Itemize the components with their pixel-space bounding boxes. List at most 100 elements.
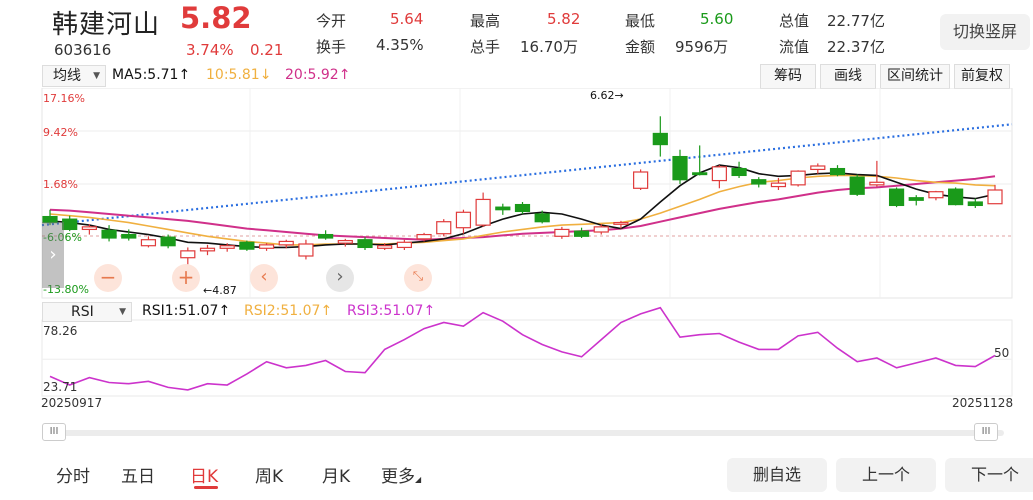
kline-chart[interactable] [0,88,1033,418]
stock-price: 5.82 [180,1,252,35]
y-label-2: 9.42% [43,126,78,139]
active-tab-indicator [194,486,218,489]
tab-monthly-k[interactable]: 月K [322,462,350,487]
zoom-in-button[interactable]: + [172,264,200,292]
candle-body [692,172,708,176]
candle-body [199,247,216,252]
candle-body [239,241,255,250]
scroll-left-button[interactable]: ‹ [250,264,278,292]
candle-body [495,206,511,211]
candle-body [810,165,826,171]
candle-body [357,239,373,249]
zoom-out-button[interactable]: − [94,264,122,292]
candle-body [849,176,865,195]
candle-body [790,170,806,186]
candle-body [121,233,137,239]
left-panel-toggle[interactable]: › [42,222,64,288]
range-handle-right[interactable]: III [974,423,998,441]
candle-body [967,201,983,207]
tab-intraday[interactable]: 分时 [56,462,90,487]
max-price-label: 6.62→ [590,89,624,102]
rsi-grid [41,319,1013,397]
tab-daily-k[interactable]: 日K [190,462,218,487]
corner-arrow-icon: ◢ [415,475,422,484]
total-hands-label: 总手 [470,38,501,56]
next-stock-button[interactable]: 下一个 [945,458,1033,492]
plus-icon: + [177,265,195,289]
tab-weekly-k[interactable]: 周K [255,462,283,487]
candle-body [731,167,747,177]
amount-label: 金额 [625,38,656,56]
chip-button[interactable]: 筹码 [760,64,816,89]
prev-stock-button[interactable]: 上一个 [836,458,936,492]
rsi-y-bottom: 23.71 [43,380,78,394]
candle-body [101,229,117,239]
y-label-top: 17.16% [43,92,85,105]
change-percent: 3.74% [186,41,234,59]
candle-body [62,218,78,231]
stock-name: 韩建河山 [52,10,161,40]
switch-portrait-button[interactable]: 切换竖屏 [940,14,1030,50]
remove-favorite-button[interactable]: 删自选 [727,458,827,492]
rsi1-legend: RSI1:51.07↑ [142,303,231,319]
candle-body [593,226,609,233]
range-scrollbar[interactable] [42,430,1004,436]
candle-body [318,233,334,239]
turnover-value: 4.35% [376,36,424,54]
ma5-legend: MA5:5.71↑ [112,67,191,83]
candle-body [475,198,491,226]
candle-body [534,213,550,223]
candle-body [396,241,412,249]
candle-body [554,228,570,237]
candle-body [298,243,314,257]
minus-icon: − [99,265,117,289]
y-label-3: 1.68% [43,178,78,191]
candle-body [140,239,157,247]
indicator-select[interactable]: RSI ▼ [42,302,132,322]
candle-body [258,244,275,249]
float-value: 22.37亿 [827,38,885,56]
candle-body [455,211,472,229]
candle-body [573,230,590,237]
open-label: 今开 [316,12,347,30]
candle-body [613,221,629,225]
ma20-legend: 20:5.92↑ [285,67,351,83]
low-label: 最低 [625,12,656,30]
candle-body [672,155,688,181]
chevron-right-icon: › [336,266,344,287]
total-value-label: 总值 [779,12,810,30]
ma10-legend: 10:5.81↓ [206,67,272,83]
start-date: 20250917 [41,396,103,410]
range-handle-left[interactable]: III [42,423,66,441]
tab-more[interactable]: 更多◢ [381,462,421,487]
end-date: 20251128 [952,396,1014,410]
range-stats-button[interactable]: 区间统计 [880,64,950,89]
stock-code: 603616 [54,41,112,59]
float-value-label: 流值 [779,38,810,56]
turnover-label: 换手 [316,38,347,56]
candle-body [436,221,452,235]
candle-body [652,132,668,146]
total-value: 22.77亿 [827,12,885,30]
total-hands-value: 16.70万 [520,38,578,56]
candle-body [160,236,176,247]
forward-adjust-button[interactable]: 前复权 [954,64,1010,89]
open-value: 5.64 [390,10,424,28]
rsi3-legend: RSI3:51.07↑ [347,303,436,319]
candle-body [81,226,97,231]
low-value: 5.60 [700,10,734,28]
scroll-right-button[interactable]: › [326,264,354,292]
rsi-y-top: 78.26 [43,324,78,338]
change-amount: 0.21 [250,41,284,59]
fullscreen-button[interactable]: ⤡ [404,264,432,292]
candle-body [908,197,924,201]
indicator-select-label: RSI [71,304,94,320]
ma-select[interactable]: 均线 ▼ [42,65,106,87]
candle-body [829,167,846,176]
candle-body [888,188,905,207]
candle-body [711,166,727,182]
rsi2-legend: RSI2:51.07↑ [244,303,333,319]
candle-body [416,233,432,240]
draw-line-button[interactable]: 画线 [820,64,876,89]
tab-five-day[interactable]: 五日 [121,462,155,487]
